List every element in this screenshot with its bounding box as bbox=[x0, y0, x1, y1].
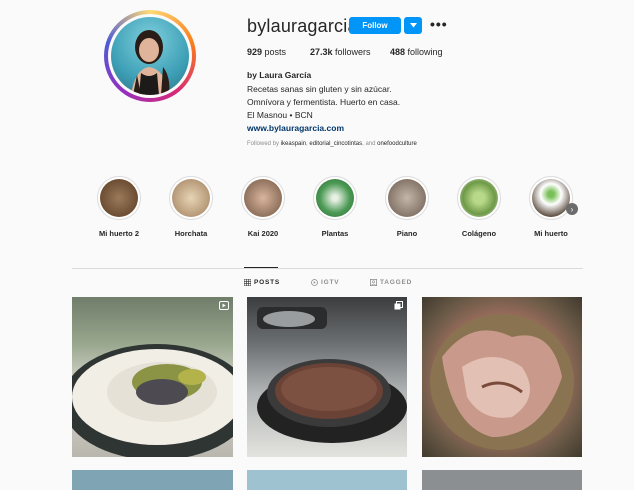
bio-line: Recetas sanas sin gluten y sin azúcar. bbox=[247, 84, 392, 94]
post-thumbnail[interactable] bbox=[422, 297, 582, 457]
highlight-cover bbox=[532, 179, 570, 217]
highlight-ring bbox=[241, 176, 285, 220]
highlight-colageno[interactable]: Colágeno bbox=[457, 176, 501, 238]
more-options-button[interactable]: ••• bbox=[430, 16, 448, 32]
post-thumbnail[interactable] bbox=[422, 470, 582, 490]
highlight-cover bbox=[100, 179, 138, 217]
followed-by-user[interactable]: ikeaspain bbox=[281, 141, 306, 147]
post-thumbnail[interactable] bbox=[247, 297, 407, 457]
grid-icon bbox=[244, 279, 251, 286]
tab-label: TAGGED bbox=[380, 279, 413, 286]
followed-by-user[interactable]: editorial_cincotintas bbox=[309, 141, 362, 147]
igtv-icon bbox=[311, 279, 318, 286]
tab-igtv[interactable]: IGTV bbox=[311, 279, 339, 286]
highlight-kai-2020[interactable]: Kai 2020 bbox=[241, 176, 285, 238]
posts-count-label: posts bbox=[264, 47, 287, 57]
highlight-horchata[interactable]: Horchata bbox=[169, 176, 213, 238]
highlight-ring bbox=[385, 176, 429, 220]
carousel-icon bbox=[394, 301, 403, 310]
avatar-frame bbox=[108, 14, 192, 98]
following-count-value: 488 bbox=[390, 47, 406, 57]
chevron-right-icon: › bbox=[570, 204, 574, 214]
profile-username: bylauragarcia bbox=[247, 16, 358, 36]
bio-line: Omnívora y fermentista. Huerto en casa. bbox=[247, 97, 401, 107]
followers-count[interactable]: 27.3k followers bbox=[310, 47, 371, 57]
tab-posts[interactable]: POSTS bbox=[244, 279, 280, 286]
suggested-dropdown-button[interactable] bbox=[404, 17, 422, 34]
followers-count-value: 27.3k bbox=[310, 47, 333, 57]
highlight-cover bbox=[244, 179, 282, 217]
posts-count-value: 929 bbox=[247, 47, 263, 57]
post-thumbnail[interactable] bbox=[72, 297, 233, 457]
highlight-mi-huerto[interactable]: Mi huerto bbox=[529, 176, 573, 238]
highlight-piano[interactable]: Piano bbox=[385, 176, 429, 238]
highlight-cover bbox=[388, 179, 426, 217]
highlight-ring bbox=[529, 176, 573, 220]
highlight-ring bbox=[97, 176, 141, 220]
post-image bbox=[430, 314, 574, 450]
highlight-ring bbox=[457, 176, 501, 220]
video-icon bbox=[219, 301, 229, 310]
profile-full-name: by Laura García bbox=[247, 70, 312, 80]
followed-by[interactable]: Followed by ikeaspain, editorial_cincoti… bbox=[247, 141, 417, 147]
post-image bbox=[72, 344, 233, 457]
followed-by-prefix: Followed by bbox=[247, 141, 280, 147]
avatar-image bbox=[111, 17, 189, 95]
follow-button[interactable]: Follow bbox=[349, 17, 401, 34]
tag-icon bbox=[370, 279, 377, 286]
active-tab-indicator bbox=[244, 267, 278, 268]
profile-website-link[interactable]: www.bylauragarcia.com bbox=[247, 123, 344, 133]
tab-label: IGTV bbox=[321, 279, 340, 286]
chevron-down-icon bbox=[409, 23, 417, 28]
following-count-label: following bbox=[407, 47, 443, 57]
highlights-next-button[interactable]: › bbox=[566, 203, 578, 215]
tab-tagged[interactable]: TAGGED bbox=[370, 279, 412, 286]
highlight-plantas[interactable]: Plantas bbox=[313, 176, 357, 238]
post-thumbnail[interactable] bbox=[72, 470, 233, 490]
tabs-divider bbox=[72, 268, 583, 269]
following-count[interactable]: 488 following bbox=[390, 47, 443, 57]
bio-line: El Masnou • BCN bbox=[247, 110, 313, 120]
highlight-cover bbox=[172, 179, 210, 217]
highlight-ring bbox=[169, 176, 213, 220]
tab-label: POSTS bbox=[254, 279, 281, 286]
highlight-cover bbox=[460, 179, 498, 217]
followed-by-user[interactable]: onefoodculture bbox=[377, 141, 417, 147]
followed-by-and: and bbox=[365, 141, 376, 147]
highlight-ring bbox=[313, 176, 357, 220]
highlight-mi-huerto-2[interactable]: Mi huerto 2 bbox=[97, 176, 141, 238]
post-image bbox=[257, 307, 407, 443]
profile-avatar[interactable] bbox=[104, 10, 196, 102]
highlight-cover bbox=[316, 179, 354, 217]
posts-count: 929 posts bbox=[247, 47, 286, 57]
post-thumbnail[interactable] bbox=[247, 470, 407, 490]
followers-count-label: followers bbox=[335, 47, 371, 57]
highlight-label: Mi huerto bbox=[534, 229, 568, 238]
